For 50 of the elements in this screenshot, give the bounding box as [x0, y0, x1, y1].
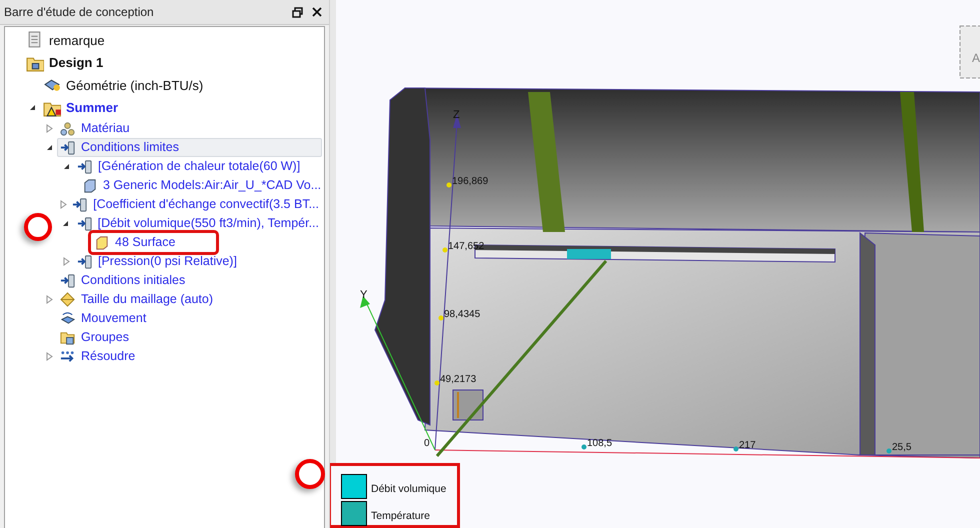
tree-item[interactable]: Résoudre: [57, 347, 140, 366]
tree-item[interactable]: Summer: [40, 98, 124, 118]
tree-item[interactable]: Mouvement: [57, 309, 152, 328]
arrow-icon: [77, 158, 93, 174]
arrow-icon: [60, 140, 76, 156]
axis-label: Y: [360, 289, 368, 301]
spheres-icon: [60, 120, 76, 136]
cube-icon: [94, 234, 110, 250]
tick-marker: [734, 446, 738, 452]
tree-item[interactable]: 48 Surface: [91, 233, 216, 252]
tree-item[interactable]: [Débit volumique(550 ft3/min), Tempér...: [74, 214, 324, 233]
arrow-icon: [72, 196, 88, 212]
tree-item[interactable]: Géométrie (inch-BTU/s): [40, 76, 208, 95]
arrow-icon: [60, 272, 76, 288]
axis-tick-label: 108,5: [587, 438, 612, 449]
tick-marker: [442, 248, 448, 252]
legend-label: Température: [371, 509, 430, 524]
panel-title: Barre d'étude de conception: [4, 4, 155, 21]
axis-tick-label: 98,4345: [444, 309, 480, 320]
diamond-icon: [60, 292, 76, 308]
expand-icon[interactable]: [60, 198, 68, 210]
axis-tick-label: 25,5: [892, 442, 912, 453]
tick-marker: [582, 444, 586, 450]
tree-item[interactable]: Design 1: [23, 53, 108, 72]
tree-item[interactable]: Conditions initiales: [57, 271, 190, 290]
arrow-icon: [77, 254, 93, 270]
cube-icon: [82, 178, 98, 194]
tree-item[interactable]: 3 Generic Models:Air:Air_U_*CAD Vo...: [79, 176, 326, 195]
arrow-icon: [76, 216, 93, 232]
tick-marker: [886, 448, 892, 454]
tree-item[interactable]: remarque: [23, 30, 110, 50]
tree-item[interactable]: [Génération de chaleur totale(60 W)]: [74, 157, 306, 176]
axis-tick-label: 217: [739, 440, 756, 451]
tree-item[interactable]: Conditions limites: [57, 138, 322, 157]
view-cube-label: A: [972, 51, 980, 65]
geometry-icon: [60, 310, 76, 326]
tree-item[interactable]: [Coefficient d'échange convectif(3.5 BT...: [69, 195, 324, 214]
folder-icon: [60, 330, 76, 346]
tick-marker: [438, 316, 444, 320]
tree-item[interactable]: Matériau: [57, 119, 135, 138]
legend-label: Débit volumique: [371, 482, 446, 498]
tree-item[interactable]: [Pression(0 psi Relative)]: [74, 252, 242, 271]
tick-marker: [434, 380, 440, 386]
arrow-icon: [60, 348, 76, 364]
axis-tick-label: 49,2173: [440, 374, 476, 385]
tick-marker: [446, 182, 452, 188]
tree-item[interactable]: Groupes: [57, 328, 134, 347]
axis-label: Z: [453, 109, 460, 121]
tree-item[interactable]: Taille du maillage (auto): [57, 290, 218, 309]
axis-tick-label: 0: [424, 438, 430, 449]
